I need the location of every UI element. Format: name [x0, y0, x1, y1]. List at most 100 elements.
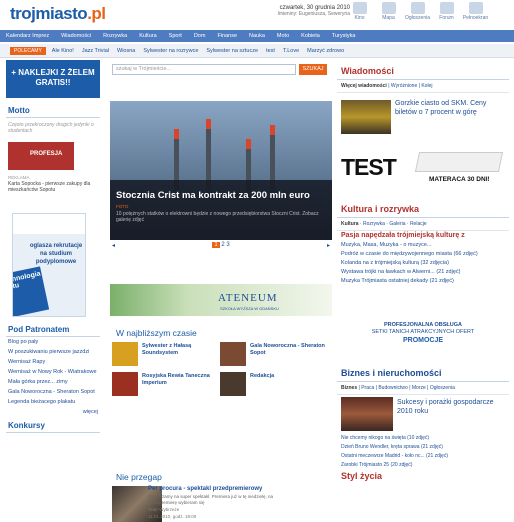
event-thumb: [220, 342, 246, 366]
culture-item[interactable]: Muzyka Trójmiasta ostatniej dekady (21 z…: [337, 276, 509, 285]
center-column: szukaj w Trójmieście... SZUKAJ Stocznia …: [106, 64, 332, 522]
business-tab[interactable]: Praca: [361, 385, 374, 391]
subnav-link[interactable]: Wiosna: [117, 48, 135, 54]
test-title: TEST: [341, 154, 397, 180]
business-item[interactable]: Nie chcemy nikogo na święta (10 zdjęć): [337, 433, 509, 442]
hero-title[interactable]: Stocznia Crist ma kontrakt za 200 mln eu…: [116, 190, 326, 201]
event-item[interactable]: Gala Noworoczna - Sheraton Sopot: [220, 342, 328, 368]
subnav-link[interactable]: Marzyć zdrowo: [307, 48, 344, 54]
top-icon-forum[interactable]: Forum: [432, 2, 461, 21]
news-tab[interactable]: Kolej: [421, 83, 432, 89]
business-item[interactable]: Zarobki Trójmiasto 25 (20 zdjęć): [337, 460, 509, 469]
more-link[interactable]: więcej: [6, 407, 100, 417]
dont-miss-desc: Zapraszamy na super spektakl. Premiera j…: [148, 494, 274, 505]
subnav-link[interactable]: test: [266, 48, 275, 54]
subnav-link[interactable]: T.Love: [283, 48, 299, 54]
page-1[interactable]: 1: [212, 242, 220, 248]
event-item[interactable]: Sylwester z Hałasą Soundsystem: [112, 342, 220, 368]
top-icon-ogloszenia[interactable]: Ogłoszenia: [403, 2, 432, 21]
business-tab[interactable]: Biznes: [341, 385, 357, 391]
upcoming-events: W najbliższym czasie Sylwester z Hałasą …: [110, 328, 332, 396]
nav-item[interactable]: Kobieta: [301, 33, 320, 39]
hero-desc: 10 potężnych statków o elektrowni będzie…: [116, 211, 319, 223]
search-input[interactable]: szukaj w Trójmieście...: [112, 64, 296, 75]
nav-item[interactable]: Finanse: [217, 33, 237, 39]
business-item[interactable]: Dzień Bruno Wendler, kręta sprawa (21 zd…: [337, 442, 509, 451]
nav-item[interactable]: Kultura: [139, 33, 156, 39]
patronat-item[interactable]: Wernisaż w Nowy Rok - Wiatrakowe: [6, 367, 100, 377]
patronat-item[interactable]: Gala Noworoczna - Sheraton Sopot: [6, 387, 100, 397]
nav-item[interactable]: Nauka: [249, 33, 265, 39]
culture-tab[interactable]: Kultura: [341, 221, 359, 227]
logo[interactable]: trojmiasto.pl: [10, 4, 106, 24]
dont-miss-date: 11.01.2010, godz. 19:00: [148, 514, 197, 519]
culture-tab[interactable]: Galeria: [389, 221, 405, 227]
patronat-item[interactable]: Legenda bieżacego plakatu: [6, 397, 100, 407]
news-tab[interactable]: Wyróżnione: [391, 83, 417, 89]
culture-main[interactable]: Pasja napędzała trójmiejską kulturę z: [337, 231, 509, 240]
date-block: czwartek, 30 grudnia 2010 Imieniny: Euge…: [250, 5, 350, 17]
patronat-item[interactable]: W poszukiwaniu pierwsze jazzdzi: [6, 347, 100, 357]
karta-link[interactable]: Karta Sopocka - pierwsze zakupy dla mies…: [6, 181, 100, 193]
top-icon-fullscreen[interactable]: Pełnoekran: [461, 2, 490, 21]
event-title: Gala Noworoczna - Sheraton Sopot: [250, 343, 325, 356]
culture-section: Kultura i rozrywka Kultura · Rozrywka · …: [337, 202, 509, 285]
top-icon-kino[interactable]: Kino: [345, 2, 374, 21]
event-title: Rosyjska Rewia Taneczna Imperium: [142, 373, 210, 386]
name-days: Imieniny: Eugeniusza, Sewerynа: [277, 11, 350, 17]
culture-tab[interactable]: Relacje: [410, 221, 427, 227]
patronat-item[interactable]: Wernisaż Rapy: [6, 357, 100, 367]
subnav-link[interactable]: Ale Kino!: [52, 48, 74, 54]
nav-item[interactable]: Sport: [169, 33, 182, 39]
business-tab[interactable]: Budownictwo: [378, 385, 407, 391]
business-news[interactable]: Sukcesy i porażki gospodarcze 2010 roku: [337, 395, 509, 433]
studies-ad[interactable]: oglasza rekrutacje na studium podyplomow…: [12, 213, 86, 317]
culture-item[interactable]: Podróż w czasie do międzywojennego miast…: [337, 249, 509, 258]
business-tab[interactable]: Ogłoszenia: [430, 385, 455, 391]
patronat-item[interactable]: Mała górka przez... zimy: [6, 377, 100, 387]
nav-item[interactable]: Rozrywka: [103, 33, 127, 39]
event-title: Sylwester z Hałasą Soundsystem: [142, 343, 192, 356]
page-2[interactable]: 2: [221, 242, 224, 248]
page-3[interactable]: 3: [226, 242, 229, 248]
event-title: Redakcja: [250, 373, 275, 379]
nav-item[interactable]: Moto: [277, 33, 289, 39]
business-title: Sukcesy i porażki gospodarcze 2010 roku: [397, 399, 494, 415]
dont-miss-title[interactable]: Per procura - spektakl przedpremierowy: [148, 486, 328, 492]
arrow-left-icon[interactable]: ◂: [112, 242, 115, 249]
arrow-right-icon[interactable]: ▸: [327, 242, 330, 249]
nav-item[interactable]: Dom: [194, 33, 206, 39]
map-icon: [381, 2, 396, 14]
top-icon-mapa[interactable]: Mapa: [374, 2, 403, 21]
culture-item[interactable]: Muzyka, Masa, Muzyka - o muzyce...: [337, 240, 509, 249]
subnav-link[interactable]: Jazz Trivial: [82, 48, 109, 54]
event-item[interactable]: Rosyjska Rewia Taneczna Imperium: [112, 372, 220, 398]
nav-item[interactable]: Turystyka: [332, 33, 356, 39]
news-heading: Wiadomości: [337, 64, 509, 80]
news-item[interactable]: Gorzkie ciasto od SKM. Ceny biletów o 7 …: [341, 100, 509, 134]
subnav-link[interactable]: Sylwester na sztucze: [206, 48, 258, 54]
test-sub: MATERACA 30 DNI!: [429, 176, 490, 183]
news-tab[interactable]: Więcej wiadomości: [341, 83, 387, 89]
top-icons: Kino Mapa Ogłoszenia Forum Pełnoekran: [345, 2, 490, 21]
promo-ad[interactable]: PROFESJONALNA OBSŁUGA SETKI TANICH ATRAK…: [339, 308, 507, 358]
culture-item[interactable]: Wystawa trójki na ławkach w Alwerni... (…: [337, 267, 509, 276]
nav-item[interactable]: Wiadomości: [61, 33, 91, 39]
promo-banner[interactable]: + NAKLEJKI Z ŻELEM GRATIS!!: [6, 60, 100, 98]
search-button[interactable]: SZUKAJ: [299, 64, 327, 75]
ateneum-banner[interactable]: ATENEUM SZKOŁA WYŻSZA W GDAŃSKU: [110, 284, 332, 316]
hero-slider[interactable]: Stocznia Crist ma kontrakt za 200 mln eu…: [110, 101, 332, 240]
business-tab[interactable]: Morze: [412, 385, 426, 391]
subnav-link[interactable]: Sylwester na rozrywce: [143, 48, 198, 54]
event-item[interactable]: Redakcja: [220, 372, 328, 398]
culture-tab[interactable]: Rozrywka: [363, 221, 385, 227]
culture-tabs: Kultura · Rozrywka · Galeria · Relacje: [337, 218, 509, 231]
test-ad[interactable]: TEST MATERACA 30 DNI!: [337, 148, 509, 188]
ad-header: [13, 214, 85, 234]
profesja-banner[interactable]: PROFESJA: [8, 142, 74, 170]
search-bar: szukaj w Trójmieście... SZUKAJ: [112, 64, 332, 75]
culture-item[interactable]: Kolanda na z trójmiejską kulturą (32 zdj…: [337, 258, 509, 267]
patronat-item[interactable]: Blog po pały: [6, 337, 100, 347]
business-item[interactable]: Ostatni meczewrze Madrid - koło nc... (2…: [337, 451, 509, 460]
nav-item[interactable]: Kalendarz Imprez: [6, 33, 49, 39]
